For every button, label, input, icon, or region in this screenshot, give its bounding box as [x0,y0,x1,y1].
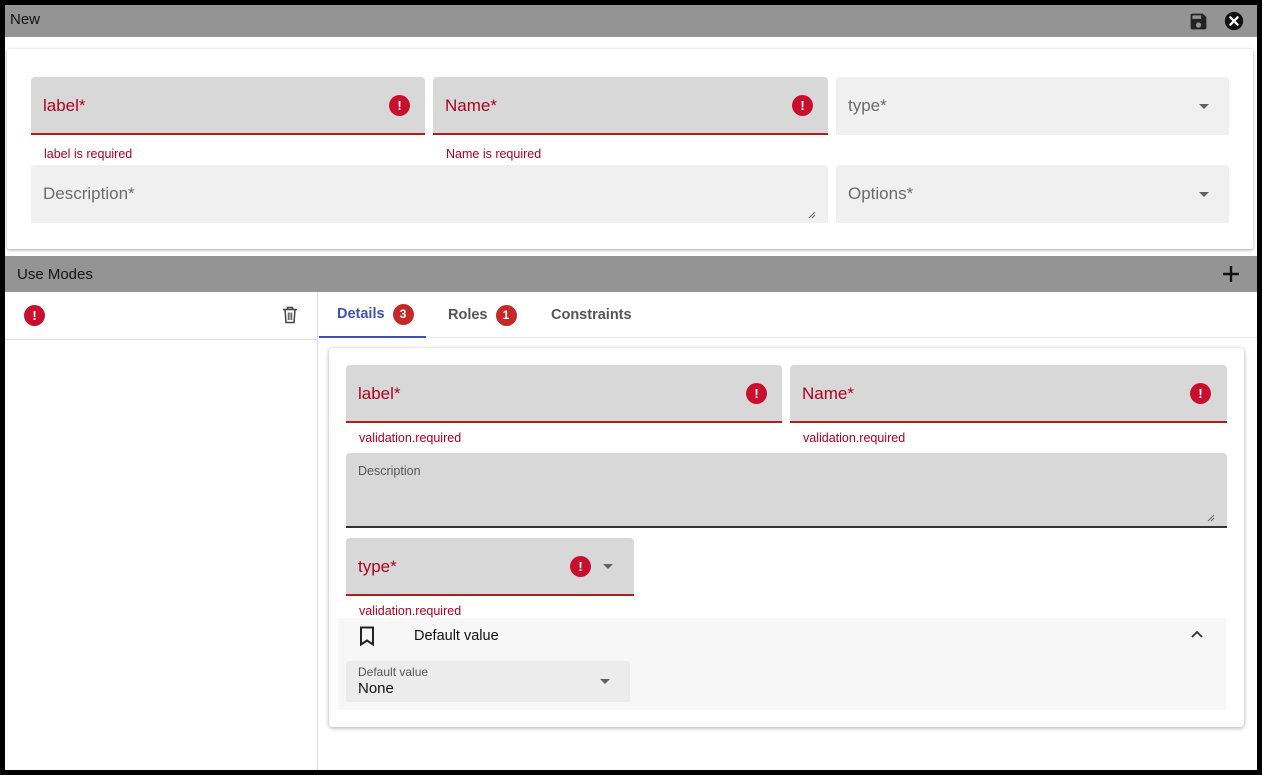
tab-roles-label: Roles [448,307,488,323]
type-select[interactable]: type* [836,77,1229,135]
default-value-select[interactable]: Default value None [346,661,630,702]
error-icon: ! [1190,383,1211,404]
description-field-label: Description* [43,184,135,203]
name-field[interactable]: Name* ! [433,77,828,135]
tab-constraints[interactable]: Constraints [551,292,632,338]
tab-details-label: Details [337,306,385,322]
window-title: New [10,11,41,28]
chevron-down-icon [1199,104,1209,109]
tab-details[interactable]: Details 3 [319,292,426,338]
details-type-select-helper: validation.required [359,604,462,618]
details-name-field-helper: validation.required [803,431,906,445]
chevron-down-icon [600,679,610,684]
default-value-panel-title: Default value [414,628,499,644]
name-field-label: Name* [445,96,497,115]
top-form-card: label* ! label is required Name* ! Name … [7,49,1253,249]
options-select-label: Options* [848,184,914,203]
chevron-down-icon [1199,192,1209,197]
use-modes-title: Use Modes [17,266,93,283]
name-field-helper: Name is required [446,147,542,161]
error-icon: ! [24,305,45,326]
tab-roles[interactable]: Roles 1 [448,292,517,338]
use-modes-list: ! [5,292,318,770]
details-label-field-label: label* [358,384,401,403]
default-value-panel: Default value Default value None [338,618,1226,710]
description-field[interactable]: Description* [31,165,828,223]
tab-details-badge: 3 [392,303,414,325]
use-modes-header: Use Modes [5,256,1257,292]
options-select[interactable]: Options* [836,165,1229,223]
default-value-panel-header[interactable]: Default value [338,618,1226,654]
error-icon: ! [570,556,591,577]
details-type-select[interactable]: type* ! [346,538,634,596]
save-icon[interactable] [1185,8,1211,34]
tab-bar: Details 3 Roles 1 Constraints [319,292,1257,338]
dialog-window: New label* ! label is required Name* ! N… [5,5,1257,770]
details-label-field-helper: validation.required [359,431,462,445]
label-field-helper: label is required [44,147,133,161]
details-name-field[interactable]: Name* ! [790,365,1227,423]
details-card: label* ! validation.required Name* ! val… [329,348,1244,727]
default-value-select-label: Default value [358,665,429,679]
tab-roles-badge: 1 [495,304,517,326]
details-name-field-label: Name* [802,384,854,403]
label-field[interactable]: label* ! [31,77,425,135]
trash-icon[interactable] [282,306,298,324]
details-description-field[interactable]: Description [346,453,1227,528]
close-icon[interactable] [1221,8,1247,34]
list-item[interactable]: ! [5,292,318,340]
type-select-label: type* [848,96,887,115]
chevron-down-icon [603,564,613,569]
default-value-select-value: None [358,680,394,697]
error-icon: ! [389,95,410,116]
title-bar: New [5,5,1257,37]
details-type-select-label: type* [358,557,397,576]
error-icon: ! [792,95,813,116]
details-description-label: Description [358,464,421,478]
details-label-field[interactable]: label* ! [346,365,782,423]
bookmark-icon [360,626,374,646]
resize-handle-icon[interactable] [808,211,816,219]
error-icon: ! [746,383,767,404]
chevron-up-icon[interactable] [1191,630,1203,638]
tab-constraints-label: Constraints [551,307,632,323]
plus-icon[interactable] [1221,264,1241,284]
resize-handle-icon[interactable] [1207,514,1215,522]
label-field-label: label* [43,96,86,115]
